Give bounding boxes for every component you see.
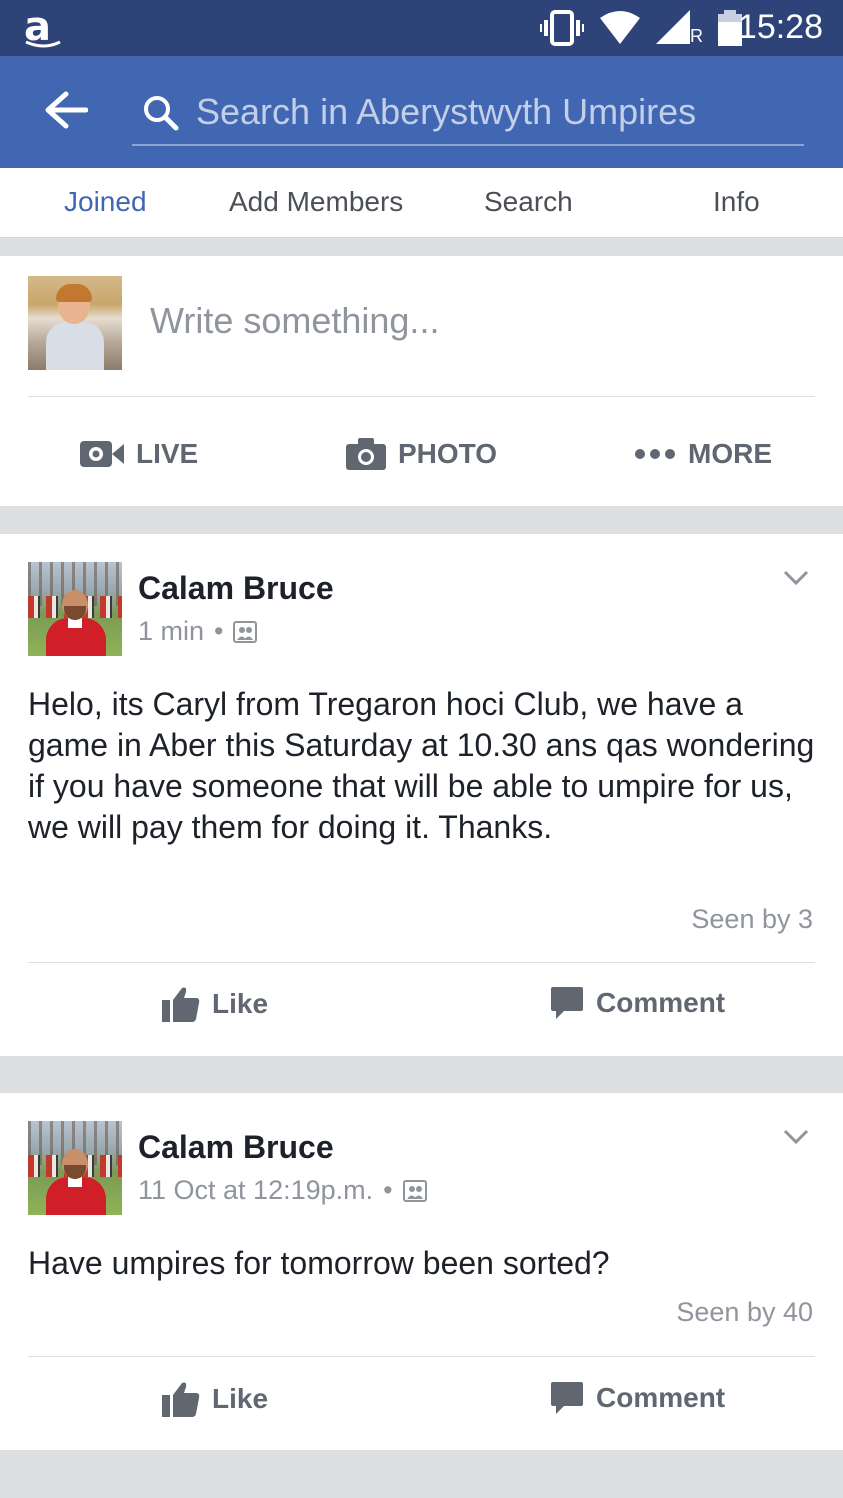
comment-label: Comment bbox=[596, 987, 726, 1018]
composer: Write something... LIVE PHOTO MORE bbox=[0, 256, 843, 506]
like-button[interactable]: Like bbox=[162, 1381, 268, 1417]
post: Calam Bruce 11 Oct at 12:19p.m. • Have u… bbox=[0, 1093, 843, 1450]
post: Calam Bruce 1 min • Helo, its Caryl from… bbox=[0, 534, 843, 1056]
post-body: Helo, its Caryl from Tregaron hoci Club,… bbox=[28, 686, 815, 845]
more-button[interactable]: MORE bbox=[634, 438, 772, 470]
comment-icon bbox=[551, 987, 583, 1019]
separator-dot: • bbox=[214, 616, 224, 646]
post-time[interactable]: 11 Oct at 12:19p.m. bbox=[138, 1175, 373, 1206]
more-label: MORE bbox=[688, 438, 772, 469]
divider bbox=[28, 396, 815, 397]
like-label: Like bbox=[212, 988, 269, 1019]
vibrate-icon bbox=[540, 10, 584, 46]
live-label: LIVE bbox=[136, 438, 199, 469]
author-name[interactable]: Calam Bruce bbox=[138, 570, 334, 607]
status-bar: a R 15:28 bbox=[0, 0, 843, 56]
search-icon bbox=[144, 96, 179, 131]
more-dots-icon bbox=[635, 449, 675, 459]
comment-button[interactable]: Comment bbox=[550, 1381, 725, 1415]
author-name[interactable]: Calam Bruce bbox=[138, 1129, 334, 1166]
divider bbox=[28, 962, 815, 963]
roaming-label: R bbox=[690, 26, 703, 46]
camera-icon bbox=[346, 438, 386, 470]
photo-button[interactable]: PHOTO bbox=[346, 438, 497, 470]
tab-joined[interactable]: Joined bbox=[64, 186, 147, 218]
seen-count[interactable]: Seen by 3 bbox=[691, 904, 813, 935]
like-button[interactable]: Like bbox=[162, 986, 268, 1022]
post-body: Have umpires for tomorrow been sorted? bbox=[28, 1245, 610, 1281]
comment-label: Comment bbox=[596, 1382, 726, 1413]
tab-search[interactable]: Search bbox=[484, 186, 573, 218]
status-icons: R bbox=[540, 10, 742, 46]
search-input[interactable] bbox=[196, 84, 796, 140]
tab-add-members[interactable]: Add Members bbox=[229, 186, 403, 218]
thumbs-up-icon bbox=[162, 1382, 200, 1417]
group-tabs: Joined Add Members Search Info bbox=[0, 168, 843, 238]
wifi-icon bbox=[600, 11, 640, 44]
tab-info[interactable]: Info bbox=[713, 186, 760, 218]
thumbs-up-icon bbox=[162, 987, 200, 1022]
like-label: Like bbox=[212, 1383, 269, 1414]
search-bar[interactable] bbox=[132, 80, 804, 146]
back-arrow-icon[interactable] bbox=[44, 90, 88, 130]
avatar[interactable] bbox=[28, 562, 122, 656]
chevron-down-icon[interactable] bbox=[783, 1129, 809, 1145]
signal-icon bbox=[656, 10, 690, 44]
divider bbox=[28, 1356, 815, 1357]
post-meta: 1 min • bbox=[138, 616, 258, 647]
photo-label: PHOTO bbox=[398, 438, 498, 469]
comment-icon bbox=[551, 1382, 583, 1414]
app-header bbox=[0, 56, 843, 168]
write-something-input[interactable]: Write something... bbox=[150, 300, 439, 342]
seen-count[interactable]: Seen by 40 bbox=[676, 1297, 813, 1328]
avatar[interactable] bbox=[28, 276, 122, 370]
amazon-smile-icon bbox=[25, 40, 61, 48]
separator-dot: • bbox=[383, 1175, 393, 1205]
clock: 15:28 bbox=[737, 8, 823, 46]
comment-button[interactable]: Comment bbox=[550, 986, 725, 1020]
signal-indicator: R bbox=[656, 10, 704, 46]
group-icon bbox=[402, 1179, 427, 1202]
post-meta: 11 Oct at 12:19p.m. • bbox=[138, 1175, 427, 1206]
post-time[interactable]: 1 min bbox=[138, 616, 204, 647]
chevron-down-icon[interactable] bbox=[783, 570, 809, 586]
live-button[interactable]: LIVE bbox=[80, 438, 198, 470]
video-camera-icon bbox=[80, 441, 124, 467]
avatar[interactable] bbox=[28, 1121, 122, 1215]
group-icon bbox=[233, 620, 258, 643]
